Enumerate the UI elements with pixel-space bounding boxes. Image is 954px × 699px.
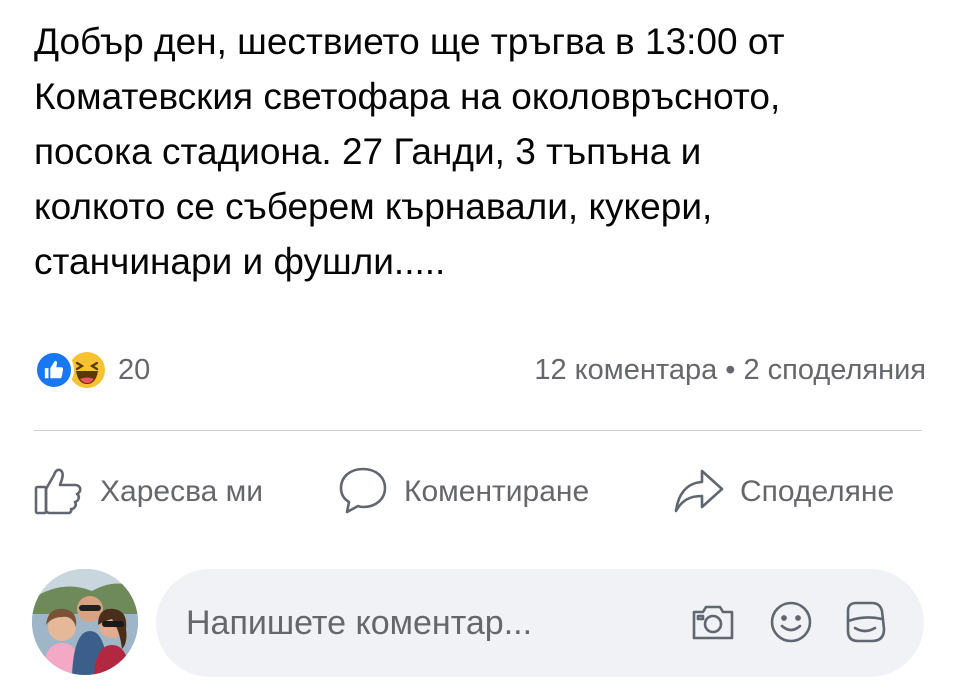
- reactions-count: 20: [118, 353, 151, 386]
- post-stats: 20 12 коментара • 2 споделяния: [34, 348, 926, 392]
- speech-bubble-icon: [336, 463, 390, 522]
- like-reaction-icon: [34, 350, 74, 390]
- comment-input[interactable]: [186, 593, 666, 653]
- reactions-summary[interactable]: 20: [34, 348, 150, 392]
- share-arrow-icon: [672, 463, 726, 522]
- avatar[interactable]: [32, 569, 138, 675]
- gif-sticker-icon[interactable]: [842, 599, 888, 645]
- share-button-label: Споделяне: [740, 475, 895, 508]
- post-text: Добър ден, шествието ще тръгва в 13:00 о…: [34, 21, 785, 282]
- camera-icon[interactable]: [690, 599, 736, 645]
- divider: [34, 430, 922, 431]
- comment-composer: [0, 565, 954, 685]
- like-button[interactable]: Харесва ми: [32, 460, 263, 524]
- emoji-icon[interactable]: [768, 599, 814, 645]
- comment-button-label: Коментиране: [404, 475, 590, 508]
- comment-button[interactable]: Коментиране: [336, 460, 589, 524]
- post-actions: Харесва ми Коментиране Споделяне: [0, 460, 954, 524]
- thumbs-up-icon: [32, 463, 86, 522]
- facebook-post: Добър ден, шествието ще тръгва в 13:00 о…: [0, 0, 954, 699]
- share-button[interactable]: Споделяне: [672, 460, 894, 524]
- comment-input-box: [156, 569, 924, 677]
- comments-shares-count[interactable]: 12 коментара • 2 споделяния: [534, 348, 926, 392]
- like-button-label: Харесва ми: [100, 475, 264, 508]
